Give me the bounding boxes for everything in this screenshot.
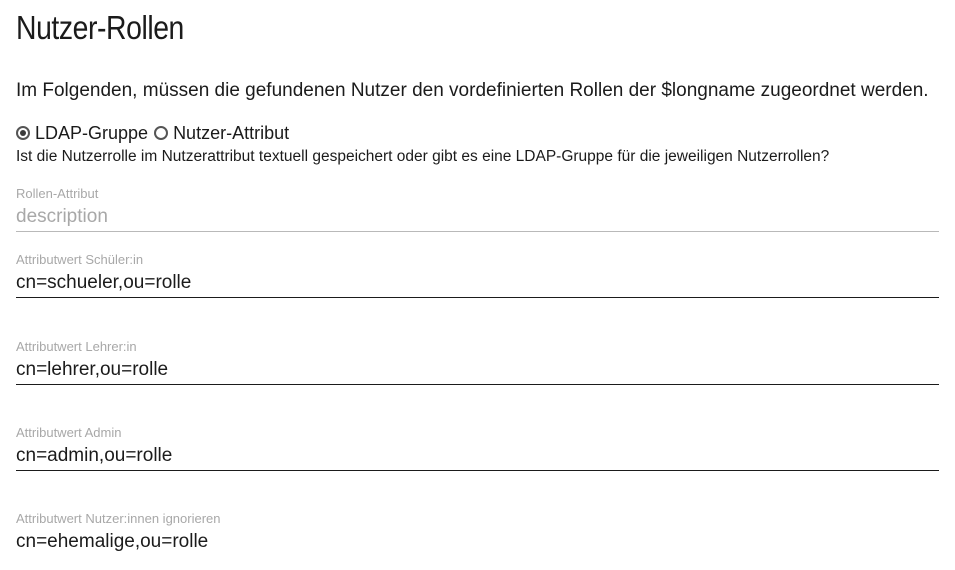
radio-help-text: Ist die Nutzerrolle im Nutzerattribut te… bbox=[16, 148, 830, 165]
role-source-radio-group: LDAP-Gruppe Nutzer-Attribut bbox=[16, 121, 295, 145]
ignore-users-value-input[interactable] bbox=[16, 527, 939, 557]
radio-ldap-group-label: LDAP-Gruppe bbox=[35, 122, 149, 143]
radio-checked-icon[interactable] bbox=[16, 126, 30, 140]
page-title: Nutzer-Rollen bbox=[16, 9, 184, 46]
radio-user-attribute[interactable]: Nutzer-Attribut bbox=[154, 123, 289, 144]
admin-value-label: Attributwert Admin bbox=[16, 425, 122, 440]
student-value-label: Attributwert Schüler:in bbox=[16, 252, 144, 267]
teacher-value-input[interactable] bbox=[16, 355, 939, 385]
intro-text: Im Folgenden, müssen die gefundenen Nutz… bbox=[16, 80, 929, 101]
radio-user-attribute-label: Nutzer-Attribut bbox=[173, 122, 290, 143]
admin-value-input[interactable] bbox=[16, 441, 939, 471]
role-attribute-input bbox=[16, 202, 939, 232]
student-value-input[interactable] bbox=[16, 268, 939, 298]
ignore-users-value-label: Attributwert Nutzer:innen ignorieren bbox=[16, 511, 221, 526]
teacher-value-label: Attributwert Lehrer:in bbox=[16, 339, 137, 354]
radio-unchecked-icon[interactable] bbox=[154, 126, 169, 140]
role-attribute-label: Rollen-Attribut bbox=[16, 186, 99, 201]
radio-ldap-group[interactable]: LDAP-Gruppe bbox=[16, 123, 148, 144]
